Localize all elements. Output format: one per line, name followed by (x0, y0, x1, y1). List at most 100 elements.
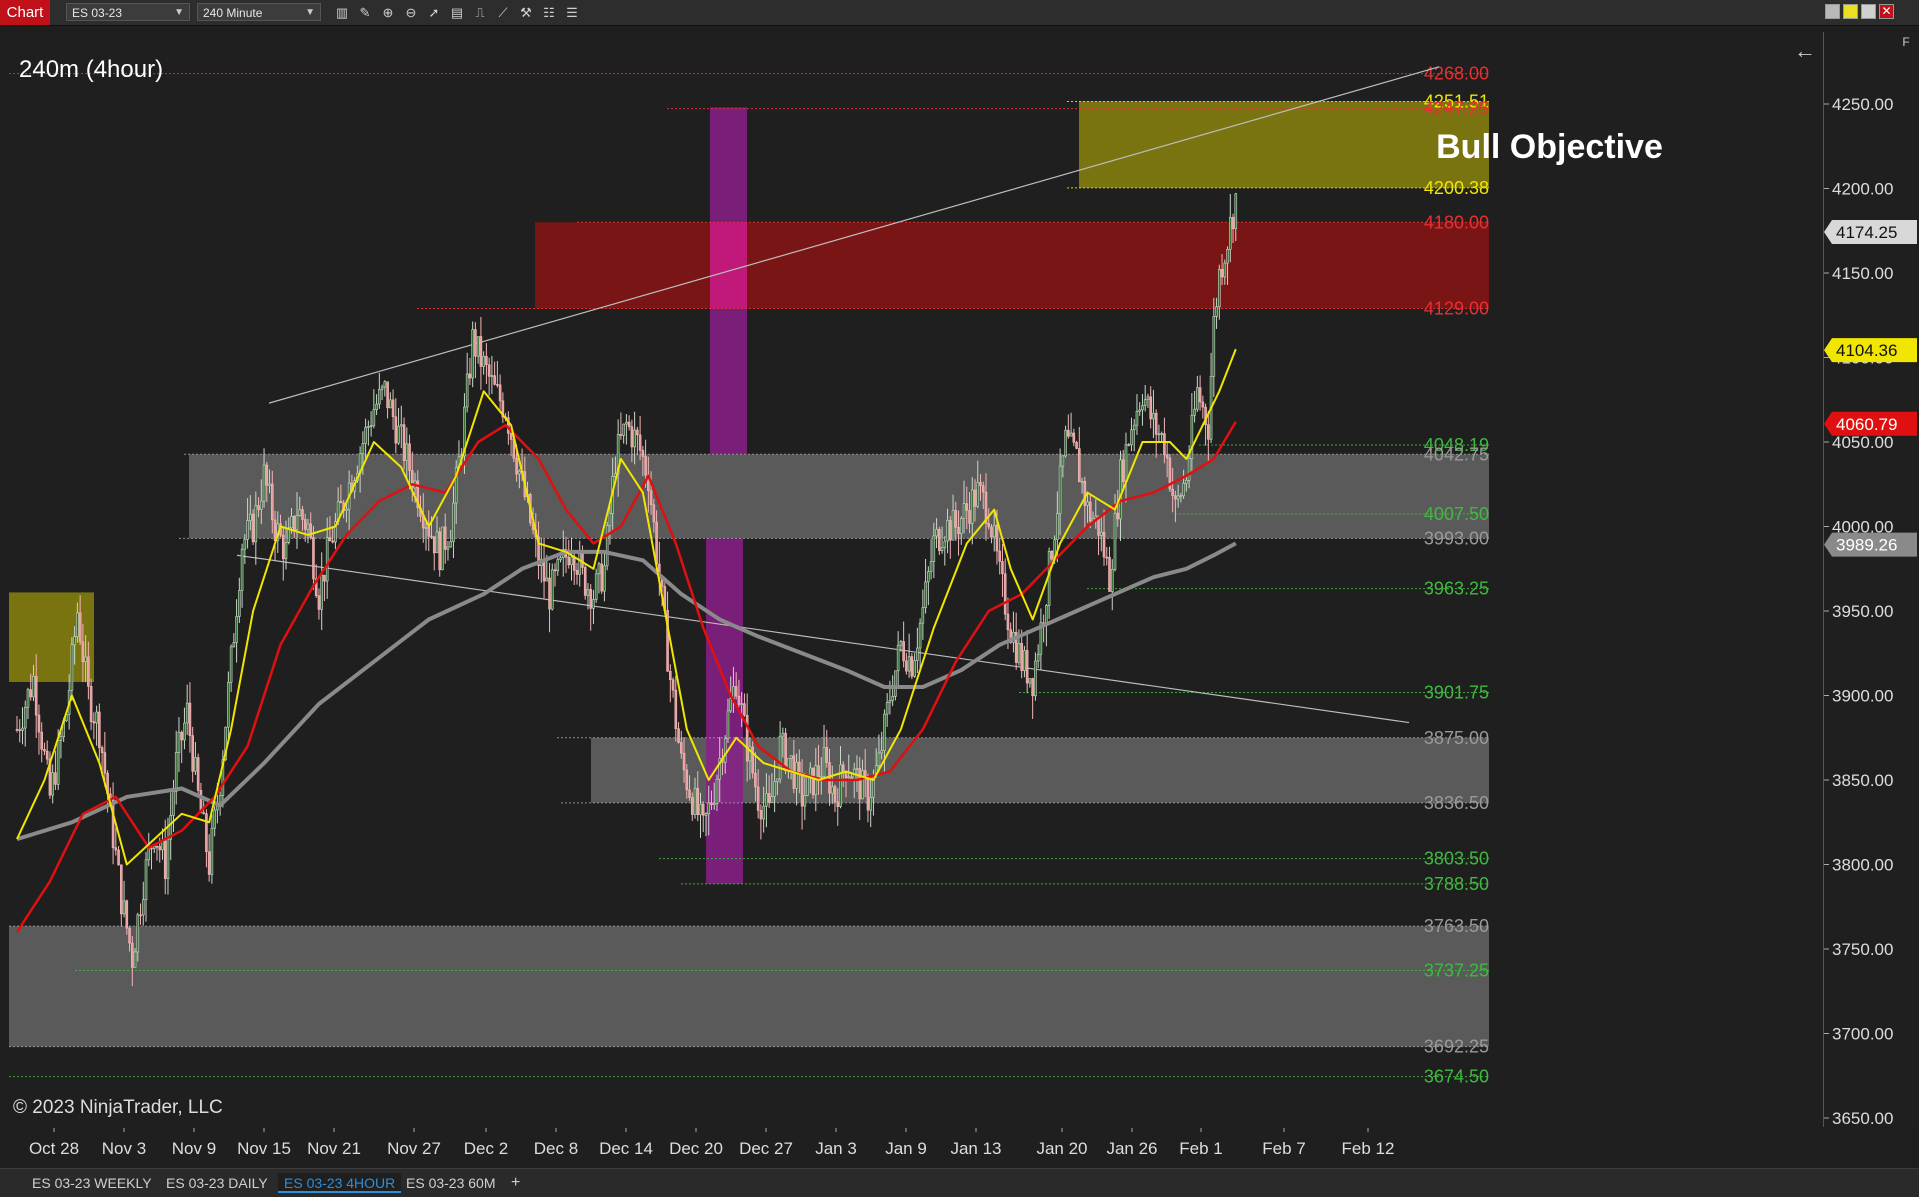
data-box-icon[interactable]: ▤ (447, 3, 467, 22)
time-tick-label: Dec 27 (739, 1139, 793, 1158)
price-marker-label: 4104.36 (1836, 341, 1897, 360)
time-tick-label: Nov 27 (387, 1139, 441, 1158)
candle-body (935, 529, 938, 537)
candle-body (378, 389, 381, 405)
candle-body (990, 526, 993, 538)
maximize-icon[interactable] (1861, 4, 1876, 19)
back-arrow-icon[interactable]: ← (1794, 38, 1816, 64)
strategy-icon[interactable]: ⎍ (470, 3, 490, 22)
price-marker: 4104.36 (1824, 338, 1917, 363)
candle-body (575, 570, 579, 575)
zoom-in-icon[interactable]: ⊕ (378, 3, 398, 22)
candle-body (361, 443, 365, 455)
f-button[interactable]: F (1898, 34, 1914, 50)
tab-60m[interactable]: ES 03-23 60M (400, 1173, 502, 1193)
candle-body (232, 642, 236, 648)
candle-body (298, 509, 302, 516)
candle-body (515, 457, 518, 475)
chart-plot-area[interactable]: 4268.00 4251.51 4247.25 4200.38 4180.00 4129.… (9, 32, 1824, 1127)
bar-type-icon[interactable]: ▥ (332, 3, 352, 22)
candle-body (938, 529, 941, 552)
candle-body (600, 563, 603, 592)
candle-body (435, 531, 439, 554)
tab-weekly[interactable]: ES 03-23 WEEKLY (26, 1173, 158, 1193)
candle-body (836, 801, 840, 807)
tab-4hour[interactable]: ES 03-23 4HOUR (278, 1173, 402, 1193)
candle-body (152, 845, 156, 849)
add-tab-button[interactable]: + (505, 1173, 526, 1193)
candle-body (323, 574, 326, 582)
level-label: 4129.00 (1424, 298, 1489, 318)
candle-body (1234, 193, 1238, 230)
candle-body (496, 384, 499, 386)
candle-body (1174, 495, 1177, 500)
drawing-objects-icon[interactable]: ⚒ (516, 3, 536, 22)
candle-body (553, 569, 557, 572)
candle-body (715, 778, 719, 804)
candle-body (40, 731, 44, 750)
interval-selector[interactable]: 240 Minute ▼ (197, 3, 321, 21)
price-axis[interactable]: 3650.00 3700.00 3750.00 3800.00 3850.00 3900.… (1824, 32, 1919, 1128)
candle-body (490, 375, 494, 377)
candle-body (1110, 569, 1114, 592)
close-icon[interactable]: ✕ (1879, 4, 1894, 19)
list-icon[interactable]: ☰ (562, 3, 582, 22)
candle-body (372, 409, 376, 427)
price-tick-label: 4150.00 (1832, 264, 1893, 283)
time-tick-label: Dec 14 (599, 1139, 653, 1158)
zone-gray-upper (189, 454, 1489, 539)
candle-body (331, 540, 334, 543)
candle-body (1088, 501, 1092, 522)
candle-body (979, 482, 982, 486)
time-tick-label: Jan 26 (1106, 1139, 1157, 1158)
candle-body (1083, 480, 1087, 506)
price-tick-label: 3800.00 (1832, 856, 1893, 875)
candle-body (54, 772, 57, 785)
candle-body (550, 569, 554, 610)
candle-body (781, 732, 785, 737)
candle-body (847, 776, 851, 779)
candle-body (987, 523, 991, 528)
candle-body (1124, 444, 1128, 482)
restore-icon[interactable] (1843, 4, 1858, 19)
candle-body (1226, 249, 1229, 264)
candle-body (605, 525, 609, 567)
candle-body (397, 425, 400, 444)
candle-body (586, 589, 590, 596)
resistance-zone-red (535, 222, 1489, 309)
time-axis-labels: Oct 28 Nov 3 Nov 9 Nov 15 Nov 21 Nov 27 Dec 2 D… (29, 1128, 1394, 1158)
candle-body (858, 768, 862, 800)
properties-icon[interactable]: ☷ (539, 3, 559, 22)
candle-body (1163, 433, 1166, 456)
indicators-icon[interactable]: ⟋ (493, 3, 513, 22)
candle-body (594, 573, 598, 600)
time-tick-label: Nov 15 (237, 1139, 291, 1158)
level-label: 3763.50 (1424, 916, 1489, 936)
zoom-out-icon[interactable]: ⊖ (401, 3, 421, 22)
candle-body (633, 429, 636, 448)
candle-body (1196, 387, 1199, 410)
candle-body (682, 752, 686, 771)
candle-body (76, 612, 79, 637)
candle-body (800, 772, 804, 807)
draw-tool-icon[interactable]: ✎ (355, 3, 375, 22)
candle-body (260, 500, 263, 510)
candle-body (158, 846, 162, 851)
candle-body (1069, 432, 1073, 437)
candle-body (487, 364, 491, 377)
candle-body (910, 656, 914, 677)
candle-body (1006, 613, 1010, 631)
chevron-down-icon: ▼ (174, 7, 184, 18)
candle-body (386, 381, 389, 409)
pointer-icon[interactable]: ➚ (424, 3, 444, 22)
time-axis[interactable]: Oct 28 Nov 3 Nov 9 Nov 15 Nov 21 Nov 27 Dec 2 D… (9, 1128, 1823, 1168)
minimize-icon[interactable] (1825, 4, 1840, 19)
candle-body (95, 711, 98, 724)
tab-daily[interactable]: ES 03-23 DAILY (160, 1173, 274, 1193)
candle-body (1146, 396, 1150, 400)
candle-body (432, 536, 436, 554)
candle-body (712, 802, 716, 805)
instrument-selector[interactable]: ES 03-23 ▼ (66, 3, 190, 21)
price-tick-label: 3750.00 (1832, 940, 1893, 959)
candle-body (1067, 429, 1070, 437)
